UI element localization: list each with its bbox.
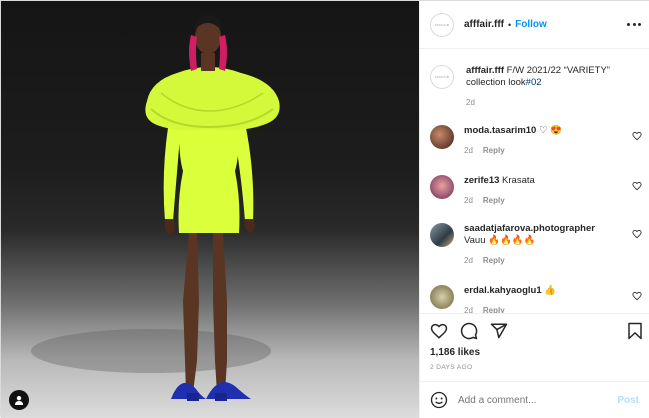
comment-item: saadatjafarova.photographer Vauu 🔥🔥🔥🔥 2d… (430, 223, 642, 267)
comment-text: Krasata (502, 175, 535, 186)
comment-icon[interactable] (460, 322, 478, 340)
comment-like-heart-icon[interactable] (632, 229, 642, 239)
author-avatar[interactable]: AFFFAIR (430, 12, 454, 37)
caption-hashtag[interactable]: #02 (526, 77, 542, 88)
post-timestamp[interactable]: 2 DAYS AGO (430, 364, 473, 371)
reply-button[interactable]: Reply (483, 195, 505, 207)
comment-item: moda.tasarim10 ♡ 😍 2d Reply (430, 125, 642, 157)
caption-age[interactable]: 2d (466, 97, 475, 109)
follow-button[interactable]: Follow (515, 19, 547, 30)
post-header: AFFFAIR afffair.fff • Follow (420, 1, 649, 49)
comment-like-heart-icon[interactable] (632, 181, 642, 191)
post-side-panel: AFFFAIR afffair.fff • Follow AFFFAIR aff… (419, 1, 649, 418)
comment-text: 👍 (544, 285, 557, 296)
commenter-avatar[interactable] (430, 125, 454, 149)
tagged-users-button[interactable] (9, 390, 29, 410)
commenter-avatar[interactable] (430, 285, 454, 309)
commenter-avatar[interactable] (430, 175, 454, 199)
post-comment-button[interactable]: Post (617, 395, 639, 406)
author-username[interactable]: afffair.fff (464, 19, 504, 30)
reply-button[interactable]: Reply (483, 255, 505, 267)
comment-username[interactable]: moda.tasarim10 (464, 125, 536, 136)
reply-button[interactable]: Reply (483, 145, 505, 157)
comment-item: zerife13 Krasata 2d Reply (430, 175, 642, 207)
comment-age[interactable]: 2d (464, 145, 473, 157)
comment-item: erdal.kahyaoglu1 👍 2d Reply (430, 285, 642, 313)
post-photo[interactable] (1, 1, 419, 418)
comment-age[interactable]: 2d (464, 255, 473, 267)
heart-icon[interactable] (430, 322, 448, 340)
comment-text: Vauu 🔥🔥🔥🔥 (464, 235, 536, 246)
emoji-icon[interactable] (430, 391, 448, 409)
brand-mark: AFFFAIR (434, 22, 450, 27)
reply-button[interactable]: Reply (483, 305, 505, 313)
add-comment-bar: Post (420, 381, 649, 418)
comment-like-heart-icon[interactable] (632, 131, 642, 141)
more-options-icon[interactable] (627, 17, 641, 31)
post-dialog: AFFFAIR afffair.fff • Follow AFFFAIR aff… (0, 0, 649, 418)
comment-like-heart-icon[interactable] (632, 291, 642, 301)
comment-username[interactable]: zerife13 (464, 175, 499, 186)
brand-mark: AFFFAIR (434, 75, 450, 79)
comments-list[interactable]: AFFFAIR afffair.fff F/W 2021/22 “VARIETY… (420, 49, 649, 313)
separator-dot: • (508, 19, 512, 30)
caption: AFFFAIR afffair.fff F/W 2021/22 “VARIETY… (430, 65, 640, 109)
post-actions: 1,186 likes 2 DAYS AGO (420, 313, 649, 383)
add-comment-input[interactable] (458, 394, 618, 406)
bookmark-icon[interactable] (627, 322, 643, 340)
comment-username[interactable]: saadatjafarova.photographer (464, 223, 595, 234)
caption-username[interactable]: afffair.fff (466, 65, 504, 76)
likes-count[interactable]: 1,186 likes (430, 347, 480, 358)
caption-avatar[interactable]: AFFFAIR (430, 65, 454, 89)
fashion-model-illustration (31, 15, 280, 401)
person-icon (15, 396, 23, 405)
commenter-avatar[interactable] (430, 223, 454, 247)
comment-age[interactable]: 2d (464, 195, 473, 207)
comment-age[interactable]: 2d (464, 305, 473, 313)
comment-username[interactable]: erdal.kahyaoglu1 (464, 285, 542, 296)
comment-text: ♡ 😍 (538, 125, 562, 136)
share-icon[interactable] (490, 322, 508, 340)
